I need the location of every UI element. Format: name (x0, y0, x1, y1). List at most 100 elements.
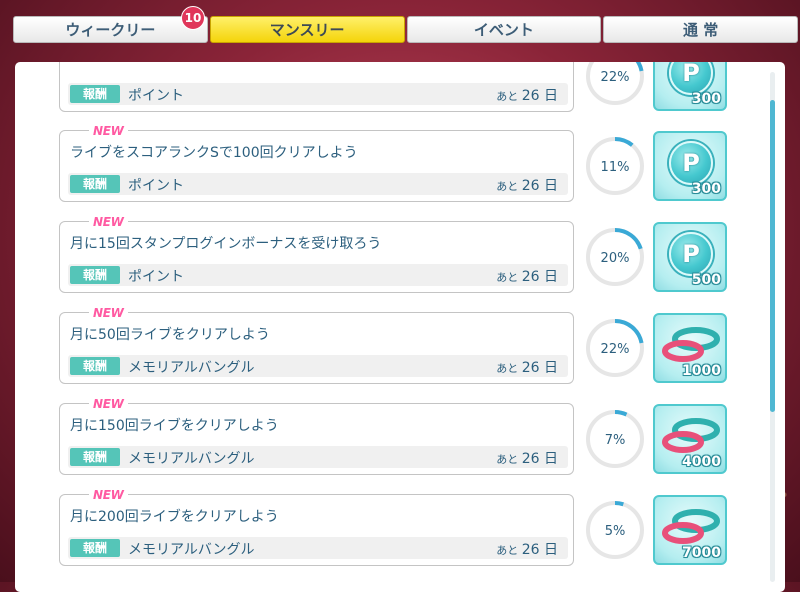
reward-count: 500 (691, 272, 721, 288)
progress-percent: 11% (601, 160, 630, 175)
reward-item-icon[interactable]: 4000 (653, 404, 727, 474)
point-coin-icon: P (669, 232, 713, 276)
reward-name: ポイント (128, 269, 184, 285)
remaining-days-value: 26 (521, 360, 540, 376)
memorial-bangle-icon (662, 327, 720, 362)
new-tag: NEW (89, 306, 128, 320)
mission-list-panel[interactable]: 報酬 ポイント あと 26 日 22% P 300 NEW ライブをスコアランクSで100回ク… (15, 62, 785, 592)
reward-item-icon[interactable]: P 300 (653, 131, 727, 201)
new-tag: NEW (89, 488, 128, 502)
remaining-days: あと 26 日 (496, 448, 558, 468)
remaining-suffix: 日 (539, 178, 558, 194)
mission-card: 月に15回スタンプログインボーナスを受け取ろう 報酬 ポイント あと 26 日 (59, 221, 574, 293)
mission-title: 月に150回ライブをクリアしよう (70, 418, 279, 434)
point-coin-icon: P (669, 141, 713, 185)
progress-ring: 22% (583, 316, 647, 380)
reward-count: 1000 (682, 363, 721, 379)
remaining-days-value: 26 (521, 451, 540, 467)
tab-monthly-label: マンスリー (269, 21, 345, 39)
reward-label: 報酬 (70, 448, 120, 466)
reward-item-icon[interactable]: 7000 (653, 495, 727, 565)
memorial-bangle-icon (662, 418, 720, 453)
progress-ring: 7% (583, 407, 647, 471)
reward-row: 報酬 ポイント あと 26 日 (68, 264, 568, 286)
mission-title: ライブをスコアランクSで100回クリアしよう (70, 145, 358, 161)
reward-row: 報酬 メモリアルバングル あと 26 日 (68, 355, 568, 377)
progress-ring-graphic: 7% (586, 410, 644, 468)
reward-count: 7000 (682, 545, 721, 561)
progress-percent: 20% (601, 251, 630, 266)
progress-ring: 5% (583, 498, 647, 562)
tab-monthly[interactable]: マンスリー (209, 16, 405, 43)
progress-ring: 22% (583, 62, 647, 108)
remaining-prefix: あと (496, 180, 522, 193)
remaining-prefix: あと (496, 544, 522, 557)
reward-row: 報酬 メモリアルバングル あと 26 日 (68, 446, 568, 468)
mission-title: 月に50回ライブをクリアしよう (70, 327, 270, 343)
reward-row: 報酬 ポイント あと 26 日 (68, 173, 568, 195)
progress-percent: 7% (605, 433, 626, 448)
mission-item[interactable]: NEW ライブをスコアランクSで100回クリアしよう 報酬 ポイント あと 26 日 11… (59, 124, 779, 202)
mission-title: 月に200回ライブをクリアしよう (70, 509, 279, 525)
remaining-prefix: あと (496, 453, 522, 466)
reward-name: メモリアルバングル (128, 542, 255, 558)
reward-item-icon[interactable]: 1000 (653, 313, 727, 383)
reward-count: 300 (691, 181, 721, 197)
progress-ring-graphic: 11% (586, 137, 644, 195)
progress-ring-graphic: 22% (586, 62, 644, 105)
tab-event[interactable]: イベント (406, 16, 602, 43)
remaining-days: あと 26 日 (496, 85, 558, 105)
reward-count: 300 (691, 91, 721, 107)
reward-label: 報酬 (70, 357, 120, 375)
reward-item-icon[interactable]: P 300 (653, 62, 727, 111)
remaining-days: あと 26 日 (496, 266, 558, 286)
reward-name: ポイント (128, 178, 184, 194)
progress-percent: 22% (601, 342, 630, 357)
remaining-prefix: あと (496, 271, 522, 284)
progress-percent: 5% (605, 524, 626, 539)
progress-percent: 22% (601, 70, 630, 85)
remaining-suffix: 日 (539, 88, 558, 104)
remaining-days-value: 26 (521, 88, 540, 104)
remaining-suffix: 日 (539, 360, 558, 376)
mission-item[interactable]: NEW 月に50回ライブをクリアしよう 報酬 メモリアルバングル あと 26 日 22% 1… (59, 306, 779, 384)
mission-item[interactable]: NEW 月に150回ライブをクリアしよう報酬 メモリアルバングル あと 26 日 7% 4… (59, 397, 779, 475)
mission-card: 月に200回ライブをクリアしよう 報酬 メモリアルバングル あと 26 日 (59, 494, 574, 566)
mission-item[interactable]: NEW 月に15回スタンプログインボーナスを受け取ろう 報酬 ポイント あと 26 日2… (59, 215, 779, 293)
remaining-days: あと 26 日 (496, 175, 558, 195)
mission-item[interactable]: NEW 月に200回ライブをクリアしよう 報酬 メモリアルバングル あと 26 日 5% 7… (59, 488, 779, 566)
remaining-suffix: 日 (539, 269, 558, 285)
new-tag: NEW (89, 397, 128, 411)
new-tag: NEW (89, 124, 128, 138)
reward-name: メモリアルバングル (128, 360, 255, 376)
reward-row: 報酬 ポイント あと 26 日 (68, 83, 568, 105)
progress-ring-graphic: 5% (586, 501, 644, 559)
mission-card: 月に50回ライブをクリアしよう 報酬 メモリアルバングル あと 26 日 (59, 312, 574, 384)
reward-label: 報酬 (70, 175, 120, 193)
remaining-days: あと 26 日 (496, 539, 558, 559)
memorial-bangle-icon (662, 509, 720, 544)
remaining-prefix: あと (496, 90, 522, 103)
progress-ring: 20% (583, 225, 647, 289)
notification-badge: 10 (181, 6, 205, 30)
remaining-days-value: 26 (521, 178, 540, 194)
mission-item[interactable]: 報酬 ポイント あと 26 日 22% P 300 (59, 62, 779, 112)
reward-label: 報酬 (70, 85, 120, 103)
tab-normal[interactable]: 通 常 (603, 16, 798, 43)
tab-event-label: イベント (473, 21, 534, 39)
remaining-days: あと 26 日 (496, 357, 558, 377)
reward-count: 4000 (682, 454, 721, 470)
reward-label: 報酬 (70, 539, 120, 557)
reward-label: 報酬 (70, 266, 120, 284)
remaining-days-value: 26 (521, 269, 540, 285)
remaining-prefix: あと (496, 362, 522, 375)
remaining-days-value: 26 (521, 542, 540, 558)
tab-normal-label: 通 常 (683, 21, 719, 39)
remaining-suffix: 日 (539, 451, 558, 467)
mission-tabs: ウィークリー マンスリー イベント 通 常 10 (13, 6, 800, 45)
tab-weekly[interactable]: ウィークリー (13, 16, 208, 43)
reward-row: 報酬 メモリアルバングル あと 26 日 (68, 537, 568, 559)
mission-card: ライブをスコアランクSで100回クリアしよう 報酬 ポイント あと 26 日 (59, 130, 574, 202)
reward-item-icon[interactable]: P 500 (653, 222, 727, 292)
progress-ring-graphic: 20% (586, 228, 644, 286)
